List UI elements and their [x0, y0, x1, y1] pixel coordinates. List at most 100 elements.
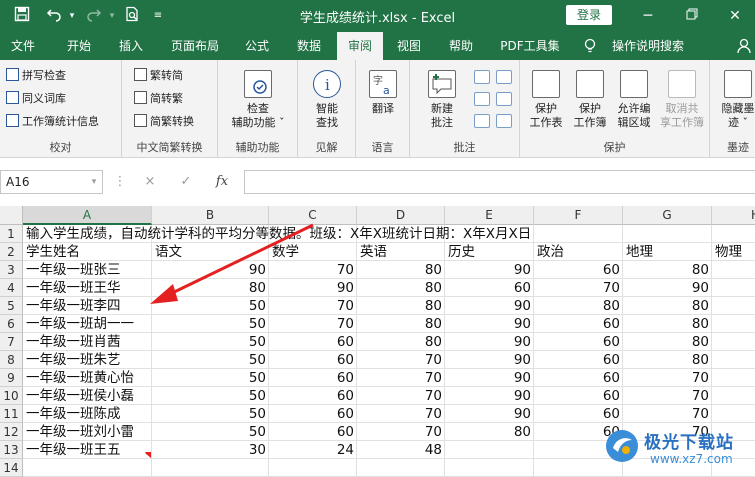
group-label-ink: 墨迹 [727, 141, 749, 154]
group-chinese-conversion: 繁转简 简转繁 简繁转换 中文简繁转换 [122, 60, 218, 158]
simp-to-trad-icon [134, 91, 147, 104]
next-comment-icon[interactable] [474, 92, 490, 106]
new-comment-label-2: 批注 [431, 116, 453, 129]
group-comments: 新建 批注 批注 [410, 60, 520, 158]
tab-review[interactable]: 审阅 [337, 32, 383, 60]
allow-edit-ranges-label-2: 辑区域 [617, 116, 651, 129]
allow-edit-ranges-icon [620, 70, 648, 98]
group-ink: 隐藏墨 迹 ˇ 墨迹 [710, 60, 755, 158]
accessibility-label-2: 辅助功能 ˇ [231, 116, 285, 129]
group-label-comments: 批注 [453, 141, 476, 154]
hide-ink-button[interactable]: 隐藏墨 迹 ˇ [716, 70, 755, 130]
group-label-accessibility: 辅助功能 [235, 141, 280, 154]
insert-function-icon[interactable]: fx [212, 172, 232, 192]
svg-text:字: 字 [373, 74, 383, 87]
svg-text:a: a [383, 84, 390, 97]
allow-edit-ranges-label-1: 允许编 [617, 102, 651, 115]
simp-trad-convert-label: 简繁转换 [150, 115, 194, 128]
previous-comment-icon[interactable] [496, 70, 512, 84]
close-icon[interactable]: ✕ [723, 5, 747, 27]
formula-bar: A16 ▾ ⋮ × ✓ fx [0, 158, 755, 206]
tab-view[interactable]: 视图 [388, 32, 430, 60]
annotation-arrow-head [150, 284, 178, 304]
restore-icon[interactable] [680, 5, 704, 27]
simp-to-trad-label: 简转繁 [150, 92, 183, 105]
new-comment-button[interactable]: 新建 批注 [416, 70, 468, 130]
tab-file[interactable]: 文件 [0, 32, 46, 60]
simp-trad-convert-icon [134, 114, 147, 127]
smart-lookup-icon: i [313, 70, 341, 98]
tab-home[interactable]: 开始 [56, 32, 102, 60]
thesaurus-button[interactable]: 同义词库 [6, 89, 66, 109]
hide-ink-label-1: 隐藏墨 [721, 102, 755, 115]
hide-ink-label-2: 迹 ˇ [728, 116, 748, 129]
spelling-button[interactable]: 拼写检查 [6, 66, 66, 86]
ink-comment-icon[interactable] [496, 114, 512, 128]
title-bar: ▾ ▾ ≡ 学生成绩统计.xlsx - Excel 登录 ─ ✕ [0, 0, 755, 32]
tab-data[interactable]: 数据 [286, 32, 332, 60]
allow-edit-ranges-button[interactable]: 允许编 辑区域 [612, 70, 656, 130]
more-options-icon: ⋮ [113, 174, 127, 189]
annotation-arrow-line [167, 223, 314, 297]
smart-lookup-label-2: 查找 [316, 116, 338, 129]
smart-lookup-label-1: 智能 [316, 102, 338, 115]
login-button[interactable]: 登录 [566, 5, 612, 25]
protect-workbook-button[interactable]: 保护 工作簿 [568, 70, 612, 130]
name-box-dropdown-icon[interactable]: ▾ [84, 172, 104, 192]
trad-to-simp-label: 繁转简 [150, 69, 183, 82]
new-comment-label-1: 新建 [431, 102, 453, 115]
tell-me-search[interactable]: 操作说明搜索 [606, 32, 690, 60]
group-proofing: 拼写检查 同义词库 工作簿统计信息 校对 [0, 60, 122, 158]
protect-workbook-label-2: 工作簿 [573, 116, 607, 129]
accessibility-label-1: 检查 [247, 102, 269, 115]
ribbon-tabs: 文件 开始 插入 页面布局 公式 数据 审阅 视图 帮助 PDF工具集 操作说明… [0, 32, 755, 60]
worksheet-grid[interactable]: ABCDEFGH 1234567891011121314 输入学生成绩，自动统计… [0, 206, 755, 477]
enter-entry-icon[interactable]: ✓ [176, 172, 196, 192]
tab-insert[interactable]: 插入 [108, 32, 154, 60]
workbook-stats-button[interactable]: 工作簿统计信息 [6, 112, 99, 132]
delete-comment-icon[interactable] [474, 70, 490, 84]
formula-input[interactable] [244, 170, 755, 194]
tab-help[interactable]: 帮助 [440, 32, 482, 60]
spelling-label: 拼写检查 [22, 69, 66, 82]
thesaurus-icon [6, 91, 19, 104]
show-comment-icon[interactable] [496, 92, 512, 106]
simp-to-trad-button[interactable]: 简转繁 [134, 89, 183, 109]
unshare-workbook-label-2: 享工作簿 [660, 116, 704, 129]
translate-icon: 字a [369, 70, 397, 98]
group-label-language: 语言 [371, 141, 394, 154]
trad-to-simp-icon [134, 68, 147, 81]
lightbulb-icon [582, 32, 598, 60]
ribbon: 拼写检查 同义词库 工作簿统计信息 校对 繁转简 简转繁 简繁转换 中文简繁转换… [0, 60, 755, 158]
group-language: 字a 翻译 语言 [356, 60, 410, 158]
group-protect: 保护 工作表 保护 工作簿 允许编 辑区域 取消共 享工作簿 保护 [520, 60, 710, 158]
smart-lookup-button[interactable]: i 智能 查找 [302, 70, 352, 130]
workbook-stats-label: 工作簿统计信息 [22, 115, 99, 128]
tab-formulas[interactable]: 公式 [234, 32, 280, 60]
protect-sheet-button[interactable]: 保护 工作表 [524, 70, 568, 130]
translate-button[interactable]: 字a 翻译 [360, 70, 406, 116]
tab-page-layout[interactable]: 页面布局 [162, 32, 228, 60]
watermark-name: 极光下载站 [644, 433, 734, 453]
show-all-comments-icon[interactable] [474, 114, 490, 128]
group-label-proofing: 校对 [49, 141, 72, 154]
minimize-icon[interactable]: ─ [636, 5, 660, 27]
unshare-workbook-button[interactable]: 取消共 享工作簿 [656, 70, 708, 130]
translate-label: 翻译 [372, 102, 394, 115]
share-user-icon[interactable] [734, 32, 754, 60]
group-insights: i 智能 查找 见解 [298, 60, 356, 158]
group-label-chinese-conversion: 中文简繁转换 [136, 141, 203, 154]
check-accessibility-button[interactable]: 检查 辅助功能 ˇ [222, 70, 294, 130]
accessibility-check-icon [244, 70, 272, 98]
trad-to-simp-button[interactable]: 繁转简 [134, 66, 183, 86]
tab-pdf-tools[interactable]: PDF工具集 [494, 32, 566, 60]
cancel-entry-icon[interactable]: × [140, 172, 160, 192]
simp-trad-convert-button[interactable]: 简繁转换 [134, 112, 194, 132]
watermark-logo-icon [606, 430, 638, 462]
protect-workbook-icon [576, 70, 604, 98]
svg-text:i: i [325, 76, 330, 94]
watermark-url: www.xz7.com [650, 452, 733, 466]
thesaurus-label: 同义词库 [22, 92, 66, 105]
group-label-insights: 见解 [315, 141, 338, 154]
protect-sheet-label-1: 保护 [535, 102, 557, 115]
